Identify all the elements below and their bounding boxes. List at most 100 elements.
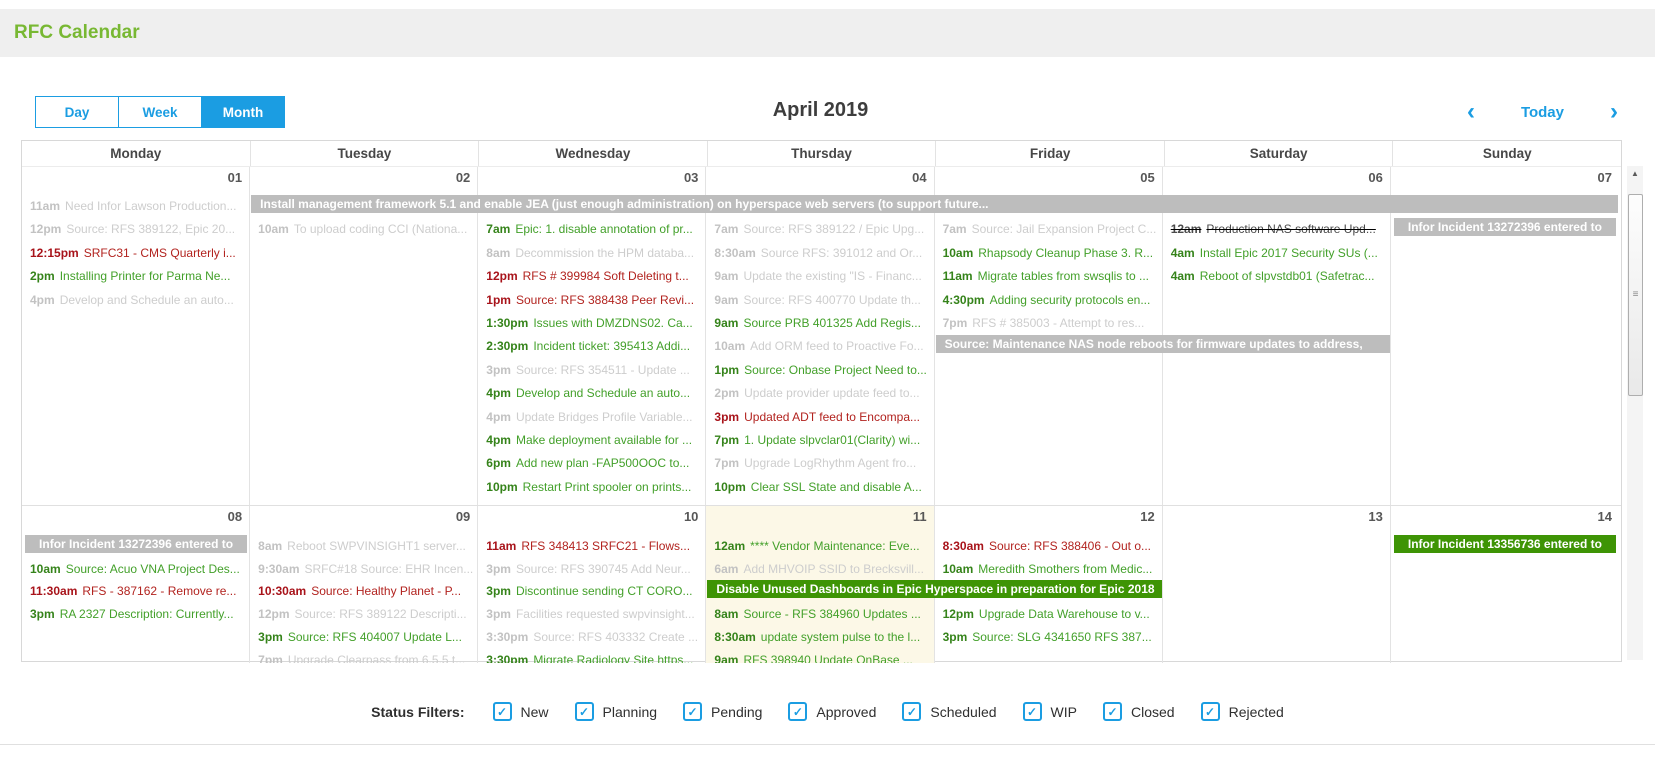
calendar-event[interactable]: 8amSource - RFS 384960 Updates ...	[706, 606, 934, 623]
event-title: Source: RFS 389122, Epic 20...	[66, 222, 235, 236]
calendar-event[interactable]: 4pmMake deployment available for ...	[478, 432, 706, 449]
filter-scheduled[interactable]: ✓Scheduled	[902, 702, 996, 721]
calendar-event[interactable]: 4pmUpdate Bridges Profile Variable...	[478, 409, 706, 426]
calendar-event[interactable]: 12pmSource: RFS 389122, Epic 20...	[22, 221, 250, 238]
calendar-event[interactable]: 8amDecommission the HPM databa...	[478, 245, 706, 262]
calendar-event[interactable]: 4amReboot of slpvstdb01 (Safetrac...	[1163, 268, 1391, 285]
calendar-event[interactable]: 7pmUpgrade LogRhythm Agent fro...	[706, 455, 934, 472]
vertical-scrollbar[interactable]: ▲ ≡	[1627, 166, 1643, 660]
calendar-event[interactable]: 11amMigrate tables from swsqlis to ...	[935, 268, 1163, 285]
filter-rejected[interactable]: ✓Rejected	[1201, 702, 1284, 721]
checkbox-checked-icon[interactable]: ✓	[902, 702, 921, 721]
checkbox-checked-icon[interactable]: ✓	[575, 702, 594, 721]
calendar-event[interactable]: 7pmRFS # 385003 - Attempt to res...	[935, 315, 1163, 332]
calendar-event[interactable]: 3pmDiscontinue sending CT CORO...	[478, 583, 706, 600]
calendar-event[interactable]: 12pmUpgrade Data Warehouse to v...	[935, 606, 1163, 623]
calendar-event[interactable]: 12pmSource: RFS 389122 Descripti...	[250, 606, 478, 623]
calendar-event[interactable]: 1pmSource: RFS 388438 Peer Revi...	[478, 292, 706, 309]
calendar-event[interactable]: 1pmSource: Onbase Project Need to...	[706, 362, 934, 379]
scrollbar-thumb[interactable]: ≡	[1628, 194, 1643, 396]
calendar-event[interactable]: 1:30pmIssues with DMZDNS02. Ca...	[478, 315, 706, 332]
calendar-event[interactable]: 10amMeredith Smothers from Medic...	[935, 561, 1163, 578]
filter-planning[interactable]: ✓Planning	[575, 702, 658, 721]
day-cell[interactable]: 13	[1163, 506, 1391, 663]
calendar-event[interactable]: 9amSource: RFS 400770 Update th...	[706, 292, 934, 309]
calendar-event[interactable]: 7amSource: Jail Expansion Project C...	[935, 221, 1163, 238]
calendar-event[interactable]: 6amAdd MHVOIP SSID to Brecksvill...	[706, 561, 934, 578]
event-banner[interactable]: Infor Incident 13272396 entered to	[1394, 218, 1616, 236]
checkbox-checked-icon[interactable]: ✓	[1023, 702, 1042, 721]
calendar-event[interactable]: 8:30amupdate system pulse to the l...	[706, 629, 934, 646]
checkbox-checked-icon[interactable]: ✓	[493, 702, 512, 721]
calendar-event[interactable]: 4amInstall Epic 2017 Security SUs (...	[1163, 245, 1391, 262]
calendar-event[interactable]: 3pmFacilities requested swpvinsight...	[478, 606, 706, 623]
calendar-event[interactable]: 9amSource PRB 401325 Add Regis...	[706, 315, 934, 332]
filter-closed[interactable]: ✓Closed	[1103, 702, 1175, 721]
calendar-event[interactable]: 9:30amSRFC#18 Source: EHR Incen...	[250, 561, 478, 578]
chevron-right-icon[interactable]: ›	[1610, 98, 1618, 126]
calendar-event[interactable]: 6pmAdd new plan -FAP500OOC to...	[478, 455, 706, 472]
event-banner[interactable]: Infor Incident 13356736 entered to	[1394, 535, 1616, 553]
chevron-left-icon[interactable]: ‹	[1467, 98, 1475, 126]
calendar-event[interactable]: 3pmSource: SLG 4341650 RFS 387...	[935, 629, 1163, 646]
calendar-event[interactable]: 7pmUpgrade Clearpass from 6.5.5 t...	[250, 652, 478, 664]
calendar-event[interactable]: 12amProduction NAS software Upd...	[1163, 221, 1391, 238]
calendar-event[interactable]: 3pmSource: RFS 390745 Add Neur...	[478, 561, 706, 578]
calendar-event[interactable]: 8:30amSource RFS: 391012 and Or...	[706, 245, 934, 262]
event-title: Source: Healthy Planet - P...	[311, 584, 461, 598]
day-cell[interactable]: 03	[478, 167, 706, 505]
calendar-event[interactable]: 7amEpic: 1. disable annotation of pr...	[478, 221, 706, 238]
calendar-event[interactable]: 12am**** Vendor Maintenance: Eve...	[706, 538, 934, 555]
filter-approved[interactable]: ✓Approved	[788, 702, 876, 721]
calendar-event[interactable]: 10:30amSource: Healthy Planet - P...	[250, 583, 478, 600]
calendar-event[interactable]: 2pmInstalling Printer for Parma Ne...	[22, 268, 250, 285]
calendar-event[interactable]: 3pmUpdated ADT feed to Encompa...	[706, 409, 934, 426]
calendar-event[interactable]: 8:30amSource: RFS 388406 - Out o...	[935, 538, 1163, 555]
calendar-event[interactable]: 9amUpdate the existing "IS - Financ...	[706, 268, 934, 285]
event-time: 4:30pm	[943, 293, 985, 307]
calendar-event[interactable]: 2:30pmIncident ticket: 395413 Addi...	[478, 338, 706, 355]
calendar-event[interactable]: 3pmSource: RFS 354511 - Update ...	[478, 362, 706, 379]
calendar-event[interactable]: 7amSource: RFS 389122 / Epic Upg...	[706, 221, 934, 238]
event-title: Updated ADT feed to Encompa...	[744, 410, 920, 424]
calendar-event[interactable]: 10amTo upload coding CCI (Nationa...	[250, 221, 478, 238]
checkbox-checked-icon[interactable]: ✓	[1201, 702, 1220, 721]
calendar-event[interactable]: 2pmUpdate provider update feed to...	[706, 385, 934, 402]
day-cell[interactable]: 04	[706, 167, 934, 505]
calendar-event[interactable]: 10pmClear SSL State and disable A...	[706, 479, 934, 496]
checkbox-checked-icon[interactable]: ✓	[1103, 702, 1122, 721]
event-banner[interactable]: Source: Maintenance NAS node reboots for…	[936, 335, 1390, 353]
filter-wip[interactable]: ✓WIP	[1023, 702, 1077, 721]
calendar-event[interactable]: 8amReboot SWPVINSIGHT1 server...	[250, 538, 478, 555]
day-cell[interactable]: 01	[22, 167, 250, 505]
calendar-event[interactable]: 3pmSource: RFS 404007 Update L...	[250, 629, 478, 646]
day-cell[interactable]: 02	[250, 167, 478, 505]
calendar-event[interactable]: 3pmRA 2327 Description: Currently...	[22, 606, 250, 623]
calendar-event[interactable]: 4pmDevelop and Schedule an auto...	[478, 385, 706, 402]
calendar-event[interactable]: 10pmRestart Print spooler on prints...	[478, 479, 706, 496]
day-cell[interactable]: 14	[1391, 506, 1619, 663]
filter-pending[interactable]: ✓Pending	[683, 702, 762, 721]
scroll-up-icon[interactable]: ▲	[1627, 166, 1643, 182]
calendar-event[interactable]: 9amRFS 398940 Update OnBase ...	[706, 652, 934, 664]
checkbox-checked-icon[interactable]: ✓	[683, 702, 702, 721]
filter-new[interactable]: ✓New	[493, 702, 549, 721]
event-banner[interactable]: Install management framework 5.1 and ena…	[251, 195, 1618, 213]
calendar-event[interactable]: 7pm1. Update slpvclar01(Clarity) wi...	[706, 432, 934, 449]
calendar-event[interactable]: 10amRhapsody Cleanup Phase 3. R...	[935, 245, 1163, 262]
event-banner[interactable]: Infor Incident 13272396 entered to	[25, 535, 247, 553]
calendar-event[interactable]: 11amRFS 348413 SRFC21 - Flows...	[478, 538, 706, 555]
calendar-event[interactable]: 11amNeed Infor Lawson Production...	[22, 198, 250, 215]
today-button[interactable]: Today	[1521, 104, 1564, 121]
event-banner[interactable]: Disable Unused Dashboards in Epic Hypers…	[707, 580, 1161, 598]
calendar-event[interactable]: 4pmDevelop and Schedule an auto...	[22, 292, 250, 309]
calendar-event[interactable]: 12pmRFS # 399984 Soft Deleting t...	[478, 268, 706, 285]
calendar-event[interactable]: 3:30pmMigrate Radiology Site https...	[478, 652, 706, 664]
calendar-event[interactable]: 10amSource: Acuo VNA Project Des...	[22, 561, 250, 578]
checkbox-checked-icon[interactable]: ✓	[788, 702, 807, 721]
calendar-event[interactable]: 4:30pmAdding security protocols en...	[935, 292, 1163, 309]
calendar-event[interactable]: 11:30amRFS - 387162 - Remove re...	[22, 583, 250, 600]
calendar-event[interactable]: 12:15pmSRFC31 - CMS Quarterly i...	[22, 245, 250, 262]
calendar-event[interactable]: 10amAdd ORM feed to Proactive Fo...	[706, 338, 934, 355]
calendar-event[interactable]: 3:30pmSource: RFS 403332 Create ...	[478, 629, 706, 646]
